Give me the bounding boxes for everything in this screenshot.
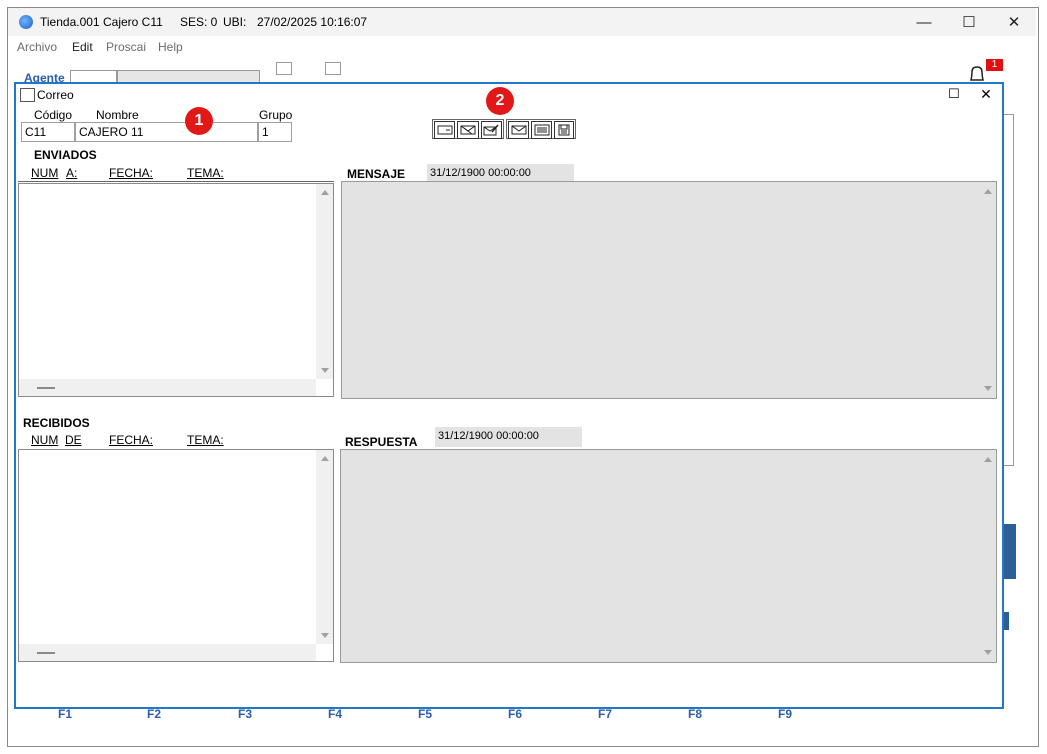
nombre-field[interactable]: CAJERO 11	[75, 122, 258, 142]
delete-message-icon[interactable]	[457, 121, 479, 139]
annotation-badge-1: 1	[185, 107, 213, 135]
menu-help[interactable]: Help	[158, 40, 183, 54]
annotation-badge-2: 2	[486, 87, 514, 115]
toolbar-group-2	[506, 119, 576, 139]
ubi-label: UBI:	[223, 15, 247, 29]
codigo-label: Código	[34, 108, 73, 122]
globe-icon	[19, 15, 33, 29]
maximize-button[interactable]: ☐	[946, 8, 992, 36]
close-button[interactable]: ✕	[991, 8, 1037, 36]
enviados-list[interactable]	[18, 183, 334, 397]
send-mail-icon[interactable]	[508, 121, 529, 139]
menu-archivo[interactable]: Archivo	[17, 40, 57, 54]
recibidos-col-tema[interactable]: TEMA:	[187, 433, 224, 447]
recibidos-col-de[interactable]: DE	[65, 433, 82, 447]
scroll-down-icon[interactable]	[984, 650, 992, 655]
mensaje-date: 31/12/1900 00:00:00	[427, 164, 574, 182]
enviados-vscrollbar[interactable]	[316, 184, 333, 379]
correo-close-button[interactable]: ✕	[976, 86, 996, 102]
scroll-up-icon[interactable]	[984, 189, 992, 194]
background-side-tab[interactable]	[1004, 524, 1016, 579]
background-checkbox-1[interactable]	[276, 62, 292, 75]
fkey-f8[interactable]: F8	[688, 707, 702, 721]
recibidos-list[interactable]	[18, 449, 334, 662]
correo-title: Correo	[37, 88, 74, 102]
fkey-f9[interactable]: F9	[778, 707, 792, 721]
respuesta-label: RESPUESTA	[345, 435, 418, 449]
fkey-f7[interactable]: F7	[598, 707, 612, 721]
notification-badge: 1	[986, 59, 1003, 71]
hscroll-thumb[interactable]	[37, 652, 55, 654]
scroll-down-icon[interactable]	[321, 633, 329, 638]
fkey-f2[interactable]: F2	[147, 707, 161, 721]
edit-message-icon[interactable]	[480, 121, 502, 139]
scroll-up-icon[interactable]	[984, 457, 992, 462]
enviados-divider	[18, 181, 334, 182]
toolbar-group-1	[432, 119, 504, 139]
background-checkbox-2[interactable]	[325, 62, 341, 75]
enviados-title: ENVIADOS	[34, 148, 97, 162]
fkey-f1[interactable]: F1	[58, 707, 72, 721]
session-status: SES: 0	[180, 15, 218, 29]
window-icon	[20, 88, 35, 102]
scroll-up-icon[interactable]	[321, 190, 329, 195]
respuesta-textarea[interactable]	[340, 449, 997, 663]
scroll-down-icon[interactable]	[321, 368, 329, 373]
minimize-button[interactable]: —	[901, 8, 947, 36]
menu-proscai[interactable]: Proscai	[106, 40, 146, 54]
respuesta-scrollbar[interactable]	[979, 451, 996, 661]
new-message-icon[interactable]	[434, 121, 456, 139]
menu-edit[interactable]: Edit	[72, 40, 93, 54]
mensaje-scrollbar[interactable]	[979, 183, 996, 397]
bell-icon[interactable]	[968, 64, 986, 82]
scroll-up-icon[interactable]	[321, 456, 329, 461]
cashier-name: Cajero C11	[103, 15, 163, 29]
respuesta-date: 31/12/1900 00:00:00	[435, 427, 582, 447]
fkey-f5[interactable]: F5	[418, 707, 432, 721]
mensaje-label: MENSAJE	[347, 167, 406, 181]
store-name: Tienda.001	[40, 15, 100, 29]
enviados-col-fecha[interactable]: FECHA:	[109, 166, 153, 180]
scroll-down-icon[interactable]	[984, 386, 992, 391]
datetime: 27/02/2025 10:16:07	[257, 15, 368, 29]
codigo-field[interactable]: C11	[21, 122, 75, 142]
hscroll-thumb[interactable]	[37, 387, 55, 389]
inbox-list-icon[interactable]	[531, 121, 552, 139]
recibidos-hscrollbar[interactable]	[19, 644, 316, 661]
correo-maximize-button[interactable]: ☐	[944, 86, 964, 102]
fkey-f3[interactable]: F3	[238, 707, 252, 721]
background-side-marker	[1004, 612, 1009, 630]
recibidos-title: RECIBIDOS	[23, 416, 90, 430]
mensaje-textarea[interactable]	[341, 181, 997, 399]
recibidos-col-fecha[interactable]: FECHA:	[109, 433, 153, 447]
enviados-col-a[interactable]: A:	[66, 166, 77, 180]
save-icon[interactable]	[554, 121, 574, 139]
enviados-col-tema[interactable]: TEMA:	[187, 166, 224, 180]
grupo-field[interactable]: 1	[258, 122, 292, 142]
enviados-col-num[interactable]: NUM	[31, 166, 58, 180]
fkey-f6[interactable]: F6	[508, 707, 522, 721]
fkey-f4[interactable]: F4	[328, 707, 342, 721]
recibidos-col-num[interactable]: NUM	[31, 433, 58, 447]
grupo-label: Grupo	[259, 108, 293, 122]
enviados-hscrollbar[interactable]	[19, 379, 316, 396]
recibidos-vscrollbar[interactable]	[316, 450, 333, 644]
nombre-label: Nombre	[96, 108, 139, 122]
background-panel-edge	[1004, 114, 1014, 466]
